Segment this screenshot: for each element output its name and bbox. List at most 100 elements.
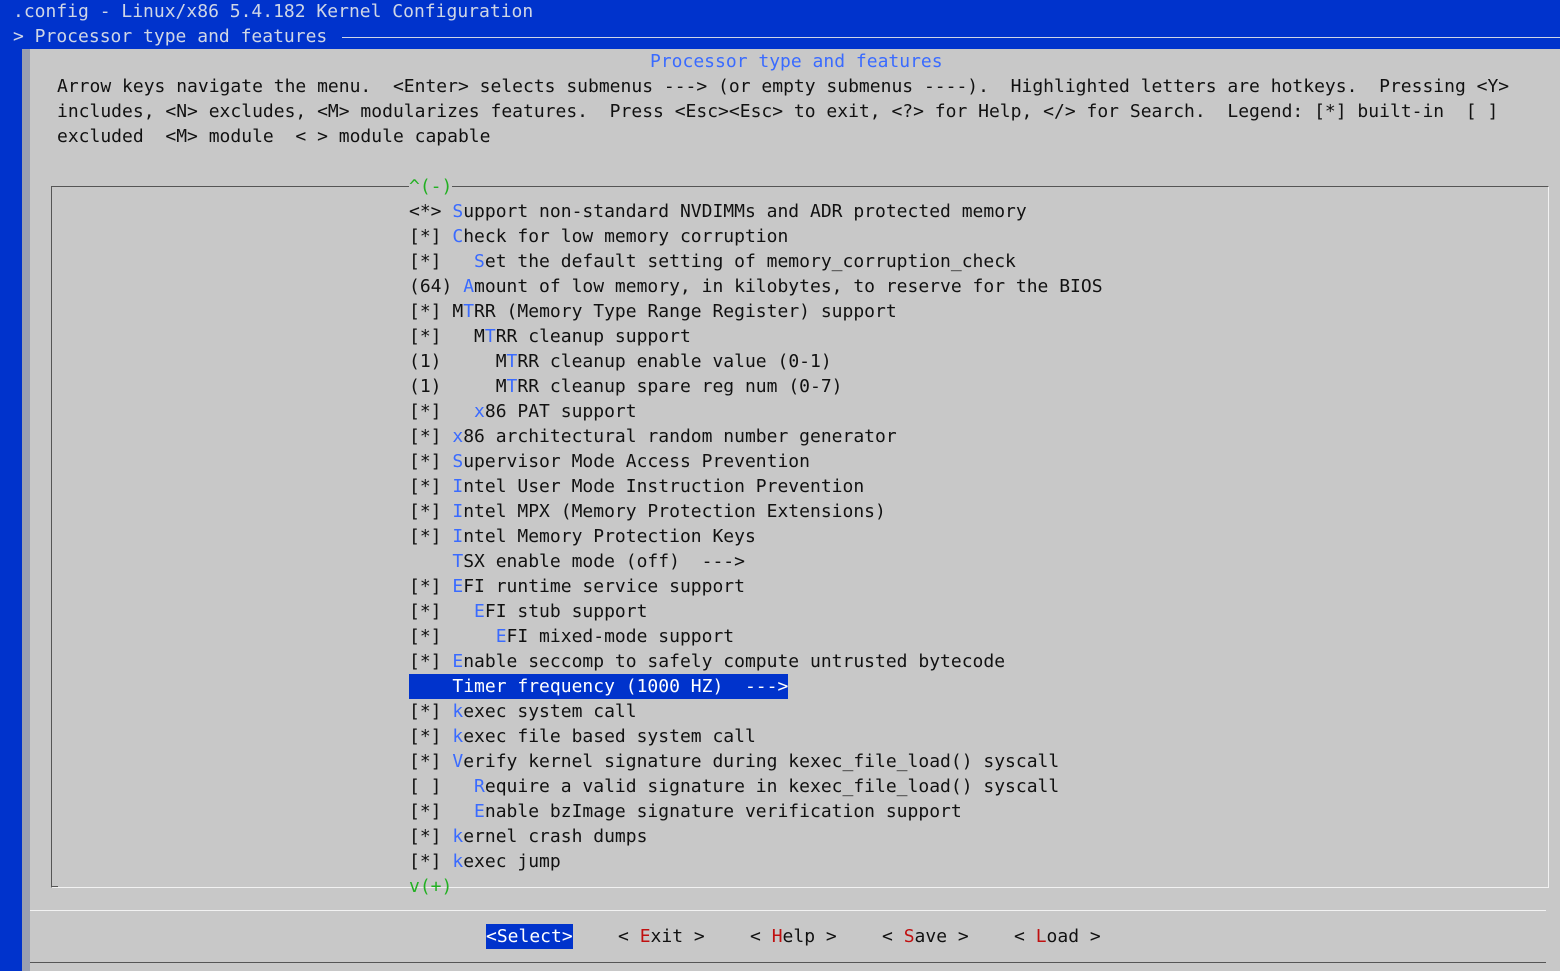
menu-item-hotkey: T [506,351,518,372]
help-text: Arrow keys navigate the menu. <Enter> se… [57,74,1509,149]
save-button[interactable]: < Save > [882,924,969,949]
menu-item[interactable]: [*] Supervisor Mode Access Prevention [409,449,810,474]
menu-item-hotkey: A [463,276,475,297]
menu-item-state: [*] [409,476,453,497]
menu-item-state: [*] [409,526,453,547]
menu-item[interactable]: [*] Verify kernel signature during kexec… [409,749,1059,774]
menu-item-label: heck for low memory corruption [463,226,789,247]
breadcrumb: > Processor type and features [13,26,328,47]
menu-item[interactable]: [*] MTRR (Memory Type Range Register) su… [409,299,897,324]
menu-item-state: (1) [409,376,496,397]
dialog-bottom-border [30,962,1546,963]
menu-item-label: 86 PAT support [484,401,637,422]
menu-item[interactable]: [*] kernel crash dumps [409,824,647,849]
button-bracket: > [815,926,837,947]
menu-item[interactable]: [ ] Require a valid signature in kexec_f… [409,774,1059,799]
menu-item-hotkey: V [452,751,464,772]
menu-item[interactable]: [*] EFI stub support [409,599,647,624]
menu-item-hotkey: k [452,851,464,872]
menu-item[interactable]: [*] Intel MPX (Memory Protection Extensi… [409,499,886,524]
scroll-down-indicator[interactable]: v(+) [409,874,452,899]
menu-item[interactable]: [*] Enable seccomp to safely compute unt… [409,649,1005,674]
button-label: elp [782,926,816,947]
menu-item-hotkey: I [452,476,464,497]
menu-item-state: [*] [409,651,453,672]
button-bracket: > [947,926,969,947]
help-button[interactable]: < Help > [750,924,837,949]
exit-button[interactable]: < Exit > [618,924,705,949]
menu-item[interactable]: [*] Intel User Mode Instruction Preventi… [409,474,864,499]
menu-item-state: [*] [409,751,453,772]
menu-item-text: M [495,376,507,397]
menu-item-label: et the default setting of memory_corrupt… [484,251,1016,272]
menu-item[interactable]: TSX enable mode (off) ---> [409,549,745,574]
menu-item-hotkey: E [452,651,464,672]
menu-item[interactable]: [*] MTRR cleanup support [409,324,691,349]
menu-item-hotkey: S [474,251,485,272]
menu-item-state: [*] [409,251,475,272]
menu-item-hotkey: k [452,726,464,747]
menu-item-state: (1) [409,351,496,372]
menu-item[interactable]: [*] x86 PAT support [409,399,637,424]
menu-item-label: upport non-standard NVDIMMs and ADR prot… [463,201,1027,222]
menu-item[interactable]: <*> Support non-standard NVDIMMs and ADR… [409,199,1027,224]
menu-item[interactable]: [*] kexec system call [409,699,637,724]
button-bracket: < [882,926,904,947]
menu-item[interactable]: [*] EFI runtime service support [409,574,745,599]
button-bracket: > [1079,926,1101,947]
menu-item-label: exec file based system call [463,726,756,747]
button-hotkey: H [771,926,783,947]
button-bracket: > [683,926,705,947]
menu-item[interactable]: (1) MTRR cleanup spare reg num (0-7) [409,374,843,399]
menu-item-label: ntel MPX (Memory Protection Extensions) [463,501,886,522]
menu-item-text: M [474,326,485,347]
menu-item-hotkey: T [452,551,464,572]
button-bracket: < [618,926,640,947]
menu-item-label: FI mixed-mode support [506,626,735,647]
menu-box-corner [51,880,58,887]
menu-item-hotkey: k [452,701,464,722]
menu-item-state: [*] [409,626,496,647]
button-hotkey: S [903,926,915,947]
menu-item-label: imer frequency (1000 HZ) ---> [463,676,789,697]
menu-item-text: M [495,351,507,372]
menu-item-label: ernel crash dumps [463,826,648,847]
menu-item-label: exec jump [463,851,561,872]
menu-item[interactable]: [*] kexec file based system call [409,724,756,749]
select-button[interactable]: <Select> [486,924,573,949]
menu-item-hotkey: T [463,301,475,322]
window-title: .config - Linux/x86 5.4.182 Kernel Confi… [13,1,534,22]
menu-item-state: [*] [409,576,453,597]
menu-item-hotkey: E [474,601,485,622]
button-label: oad [1046,926,1080,947]
button-bracket: < [1014,926,1036,947]
menu-item-label: SX enable mode (off) ---> [463,551,745,572]
menu-item-label: 86 architectural random number generator [463,426,897,447]
menu-item[interactable]: [*] Set the default setting of memory_co… [409,249,1016,274]
scroll-up-indicator[interactable]: ^(-) [409,174,453,199]
menu-item-selected[interactable]: Timer frequency (1000 HZ) ---> [409,674,789,699]
menu-item-hotkey: x [452,426,464,447]
button-separator [30,910,1546,911]
menu-item[interactable]: [*] x86 architectural random number gene… [409,424,897,449]
menu-item-hotkey: E [495,626,507,647]
dialog-shadow [22,49,30,971]
menu-item-hotkey: E [452,576,464,597]
menu-item-label: RR (Memory Type Range Register) support [474,301,897,322]
menu-item-text: M [452,301,464,322]
menu-item-state: [*] [409,826,453,847]
menu-item[interactable]: [*] Check for low memory corruption [409,224,788,249]
menu-item[interactable]: (64) Amount of low memory, in kilobytes,… [409,274,1103,299]
menu-item-state: (64) [409,276,464,297]
menu-item-state: [*] [409,726,453,747]
menu-item-hotkey: k [452,826,464,847]
menu-item[interactable]: (1) MTRR cleanup enable value (0-1) [409,349,832,374]
button-bracket: < [750,926,772,947]
load-button[interactable]: < Load > [1014,924,1101,949]
menu-item[interactable]: [*] EFI mixed-mode support [409,624,734,649]
menu-item-state: [*] [409,451,453,472]
menu-item[interactable]: [*] Intel Memory Protection Keys [409,524,756,549]
menu-item[interactable]: [*] Enable bzImage signature verificatio… [409,799,962,824]
menu-item[interactable]: [*] kexec jump [409,849,561,874]
menu-item-state: [*] [409,326,475,347]
